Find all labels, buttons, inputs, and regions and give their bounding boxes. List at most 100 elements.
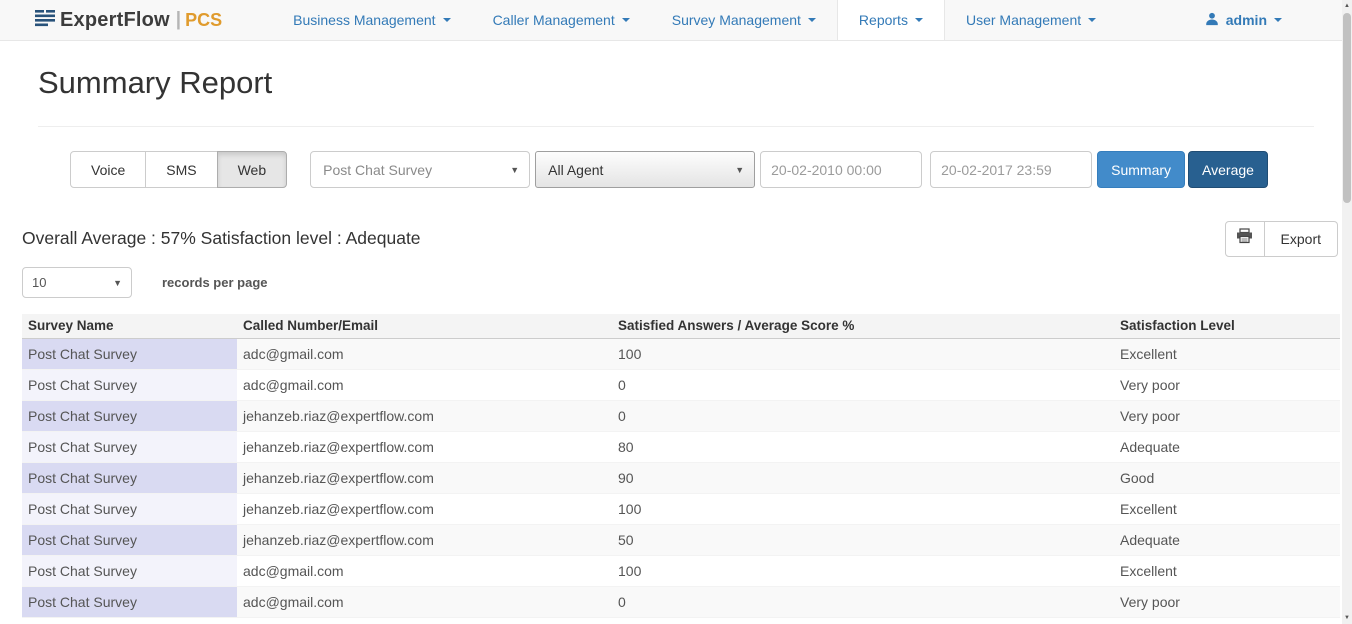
tab-voice[interactable]: Voice [70,151,146,188]
overall-average-text: Overall Average : 57% Satisfaction level… [22,228,421,249]
user-name: admin [1226,12,1267,28]
cell-score: 90 [612,462,1114,493]
cell-survey-name: Post Chat Survey [22,555,237,586]
vertical-scrollbar[interactable]: ▲ ▼ [1342,0,1352,624]
printer-icon [1236,228,1253,249]
table-row: Post Chat Survey jehanzeb.riaz@expertflo… [22,524,1340,555]
table-row: Post Chat Survey jehanzeb.riaz@expertflo… [22,400,1340,431]
scrollbar-thumb[interactable] [1343,13,1351,203]
nav-item-label: Reports [859,12,908,28]
report-table-body: Post Chat Survey adc@gmail.com 100 Excel… [22,338,1340,617]
cell-called-number-email: adc@gmail.com [237,555,612,586]
col-header-satisfied-answers[interactable]: Satisfied Answers / Average Score % [612,314,1114,338]
brand-separator: | [176,9,181,31]
export-button-label: Export [1281,231,1321,247]
nav-item-survey-management[interactable]: Survey Management [651,0,837,40]
nav-item-label: Caller Management [493,12,615,28]
average-button[interactable]: Average [1188,151,1268,188]
agent-select[interactable]: All Agent ▼ [535,151,755,188]
print-button[interactable] [1225,221,1265,257]
nav-menu: Business Management Caller Management Su… [272,0,1117,40]
table-row: Post Chat Survey adc@gmail.com 0 Very po… [22,586,1340,617]
dropdown-arrow-icon: ▼ [735,165,744,175]
nav-item-user-management[interactable]: User Management [945,0,1117,40]
cell-score: 0 [612,369,1114,400]
cell-called-number-email: adc@gmail.com [237,369,612,400]
export-group: Export [1225,221,1338,257]
cell-satisfaction-level: Very poor [1114,369,1340,400]
page-size-value: 10 [32,275,46,290]
cell-called-number-email: jehanzeb.riaz@expertflow.com [237,493,612,524]
caret-down-icon [808,18,816,22]
filter-toolbar: Voice SMS Web Post Chat Survey ▼ All Age… [70,151,1352,188]
table-row: Post Chat Survey adc@gmail.com 100 Excel… [22,338,1340,369]
summary-button[interactable]: Summary [1097,151,1185,188]
col-header-called-number-email[interactable]: Called Number/Email [237,314,612,338]
tab-web[interactable]: Web [217,151,288,188]
cell-satisfaction-level: Adequate [1114,524,1340,555]
cell-satisfaction-level: Excellent [1114,555,1340,586]
agent-select-value: All Agent [548,162,603,178]
nav-item-label: Business Management [293,12,435,28]
table-row: Post Chat Survey adc@gmail.com 100 Excel… [22,555,1340,586]
nav-item-business-management[interactable]: Business Management [272,0,471,40]
records-per-page-row: 10 ▼ records per page [22,267,1352,298]
cell-score: 0 [612,400,1114,431]
cell-survey-name: Post Chat Survey [22,586,237,617]
table-header-row: Survey Name Called Number/Email Satisfie… [22,314,1340,338]
nav-item-label: User Management [966,12,1081,28]
brand-product: PCS [185,10,222,31]
dropdown-arrow-icon: ▼ [510,165,519,175]
cell-satisfaction-level: Excellent [1114,493,1340,524]
summary-report-table: Survey Name Called Number/Email Satisfie… [22,314,1340,618]
tab-sms[interactable]: SMS [145,151,217,188]
scroll-up-arrow-icon[interactable]: ▲ [1342,0,1352,12]
date-to-input[interactable] [930,151,1092,188]
page-size-select[interactable]: 10 ▼ [22,267,132,298]
caret-down-icon [915,18,923,22]
title-section: Summary Report [38,65,1314,127]
records-per-page-label: records per page [162,275,268,290]
expertflow-logo[interactable]: ExpertFlow | PCS [35,0,222,40]
title-divider [38,126,1314,127]
channel-tab-group: Voice SMS Web [70,151,287,188]
cell-satisfaction-level: Excellent [1114,338,1340,369]
caret-down-icon [622,18,630,22]
cell-survey-name: Post Chat Survey [22,369,237,400]
table-row: Post Chat Survey adc@gmail.com 0 Very po… [22,369,1340,400]
cell-called-number-email: adc@gmail.com [237,586,612,617]
table-row: Post Chat Survey jehanzeb.riaz@expertflo… [22,462,1340,493]
col-header-survey-name[interactable]: Survey Name [22,314,237,338]
cell-survey-name: Post Chat Survey [22,524,237,555]
cell-survey-name: Post Chat Survey [22,493,237,524]
cell-satisfaction-level: Very poor [1114,586,1340,617]
survey-select-value: Post Chat Survey [323,162,432,178]
user-icon [1205,12,1219,29]
nav-item-reports[interactable]: Reports [837,0,945,40]
cell-score: 0 [612,586,1114,617]
cell-called-number-email: jehanzeb.riaz@expertflow.com [237,524,612,555]
scroll-down-arrow-icon[interactable]: ▼ [1342,612,1352,624]
dropdown-arrow-icon: ▼ [113,278,122,288]
survey-select[interactable]: Post Chat Survey ▼ [310,151,530,188]
navbar: ExpertFlow | PCS Business Management Cal… [0,0,1352,41]
user-menu[interactable]: admin [1205,0,1282,40]
date-from-input[interactable] [760,151,922,188]
nav-item-caller-management[interactable]: Caller Management [472,0,651,40]
cell-survey-name: Post Chat Survey [22,400,237,431]
cell-score: 100 [612,493,1114,524]
cell-survey-name: Post Chat Survey [22,431,237,462]
cell-called-number-email: jehanzeb.riaz@expertflow.com [237,400,612,431]
cell-score: 50 [612,524,1114,555]
cell-score: 80 [612,431,1114,462]
page-title: Summary Report [38,65,1314,101]
overall-row: Overall Average : 57% Satisfaction level… [22,220,1338,257]
cell-satisfaction-level: Good [1114,462,1340,493]
brand-name: ExpertFlow [60,9,170,32]
col-header-satisfaction-level[interactable]: Satisfaction Level [1114,314,1340,338]
cell-survey-name: Post Chat Survey [22,338,237,369]
expertflow-logo-icon [35,9,60,32]
export-button[interactable]: Export [1265,221,1338,257]
cell-survey-name: Post Chat Survey [22,462,237,493]
caret-down-icon [1274,18,1282,22]
